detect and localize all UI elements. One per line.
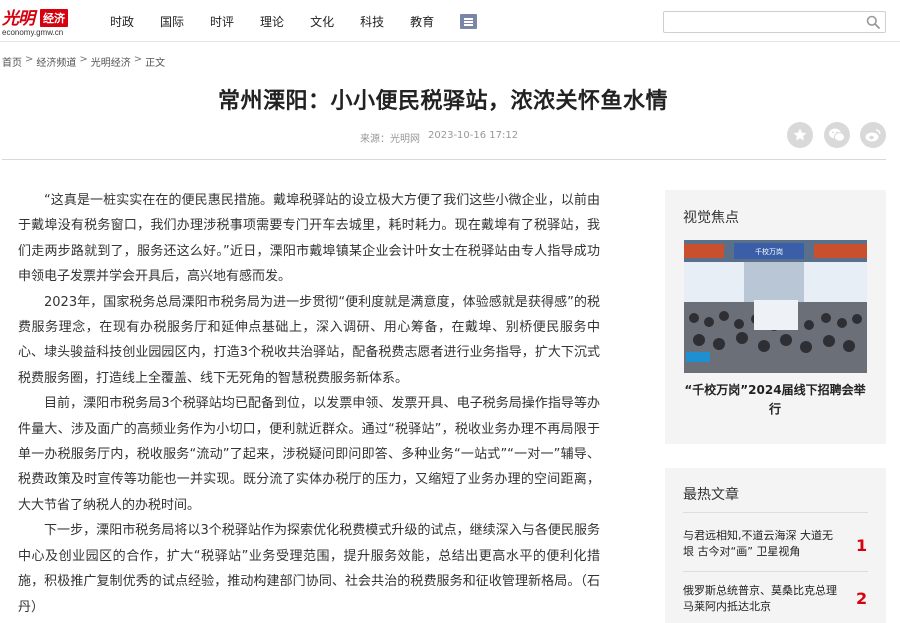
focus-image[interactable]: 千校万岗	[684, 240, 867, 373]
hot-title-divider	[683, 512, 868, 513]
article-paragraph: “这真是一桩实实在在的便民惠民措施。戴埠税驿站的设立极大方便了我们这些小微企业，…	[18, 193, 600, 285]
article-source: 来源：光明网	[360, 134, 420, 145]
nav-item-tech[interactable]: 科技	[360, 13, 384, 30]
breadcrumb-separator: >	[79, 54, 88, 65]
hot-article-rank: 2	[856, 589, 868, 608]
breadcrumb: 首页 > 经济频道 > 光明经济 > 正文	[2, 54, 168, 69]
nav-item-theory[interactable]: 理论	[260, 13, 284, 30]
hot-item-divider	[683, 571, 868, 572]
search-box	[663, 11, 886, 33]
title-divider	[2, 159, 886, 160]
article-datetime: 2023-10-16 17:12	[428, 130, 519, 141]
logo-domain: economy.gmw.cn	[2, 28, 64, 37]
search-icon[interactable]	[866, 15, 880, 29]
nav-item-international[interactable]: 国际	[160, 13, 184, 30]
site-header: 光明 经济 economy.gmw.cn 时政 国际 时评 理论 文化 科技 教…	[0, 0, 900, 42]
weibo-share-icon[interactable]	[860, 122, 886, 148]
article-paragraph: 下一步，溧阳市税务局将以3个税驿站作为探索优化税费模式升级的试点，继续深入与各便…	[18, 523, 600, 615]
site-logo[interactable]: 光明 经济 economy.gmw.cn	[2, 4, 78, 38]
visual-focus-title: 视觉焦点	[683, 210, 739, 226]
menu-icon[interactable]	[460, 14, 477, 29]
hot-articles-title: 最热文章	[683, 487, 739, 503]
article-paragraph: 2023年，国家税务总局溧阳市税务局为进一步贯彻“便利度就是满意度，体验感就是获…	[18, 294, 600, 386]
nav-item-commentary[interactable]: 时评	[210, 13, 234, 30]
breadcrumb-economy-channel[interactable]: 经济频道	[36, 54, 76, 69]
hot-article-text[interactable]: 俄罗斯总统普京、莫桑比克总理马莱阿内抵达北京	[683, 583, 843, 615]
breadcrumb-gmw-economy[interactable]: 光明经济	[91, 54, 131, 69]
wechat-share-icon[interactable]	[824, 122, 850, 148]
logo-badge: 经济	[40, 9, 68, 27]
breadcrumb-current: 正文	[145, 58, 166, 69]
nav-item-culture[interactable]: 文化	[310, 13, 334, 30]
article-title: 常州溧阳：小小便民税驿站，浓浓关怀鱼水情	[217, 89, 668, 114]
breadcrumb-home[interactable]: 首页	[2, 54, 22, 69]
article-meta: 来源：光明网 2023-10-16 17:12	[360, 130, 526, 145]
search-input[interactable]	[664, 13, 854, 33]
hot-article-text[interactable]: 与君远相知,不道云海深 大道无垠 古今对“画” 卫星视角	[683, 528, 843, 560]
main-nav: 时政 国际 时评 理论 文化 科技 教育	[110, 13, 460, 30]
focus-caption[interactable]: “千校万岗”2024届线下招聘会举行	[680, 381, 870, 419]
breadcrumb-separator: >	[133, 54, 143, 65]
nav-item-politics[interactable]: 时政	[110, 13, 134, 30]
banner-text: 千校万岗	[755, 247, 783, 256]
article-paragraph: 目前，溧阳市税务局3个税驿站均已配备到位，以发票申领、发票开具、电子税务局操作指…	[18, 396, 600, 513]
article-body: “这真是一桩实实在在的便民惠民措施。戴埠税驿站的设立极大方便了我们这些小微企业，…	[18, 188, 600, 620]
breadcrumb-separator: >	[25, 54, 34, 65]
job-fair-photo: 千校万岗	[684, 240, 867, 373]
hot-article-rank: 1	[856, 536, 868, 555]
nav-item-education[interactable]: 教育	[410, 13, 434, 30]
logo-text: 光明	[2, 9, 35, 29]
favorite-star-icon[interactable]	[787, 122, 813, 148]
